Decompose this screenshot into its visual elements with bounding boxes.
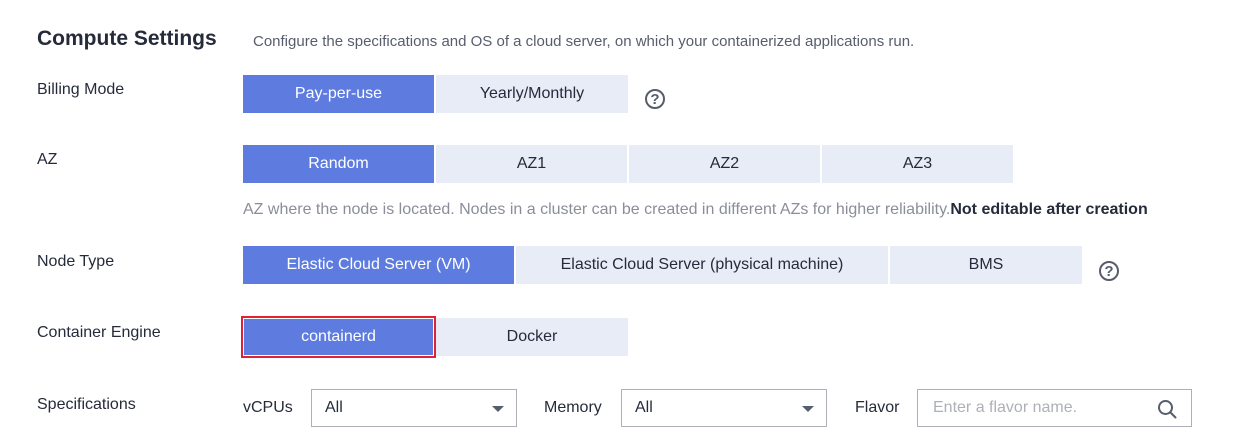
chevron-down-icon — [492, 406, 504, 412]
memory-label: Memory — [544, 399, 602, 416]
billing-pay-per-use-button[interactable]: Pay-per-use — [243, 75, 434, 113]
vcpus-label: vCPUs — [243, 399, 293, 416]
vcpus-select-value: All — [325, 399, 343, 416]
az-random-button[interactable]: Random — [243, 145, 434, 183]
specifications-label: Specifications — [37, 396, 136, 413]
flavor-search-input[interactable] — [931, 398, 1145, 418]
section-description: Configure the specifications and OS of a… — [253, 33, 915, 50]
chevron-down-icon — [802, 406, 814, 412]
az-az3-button[interactable]: AZ3 — [822, 145, 1013, 183]
memory-select[interactable]: All — [621, 389, 827, 427]
search-icon[interactable] — [1157, 399, 1177, 419]
billing-help-icon[interactable]: ? — [645, 89, 665, 109]
container-engine-docker-button[interactable]: Docker — [436, 318, 628, 356]
billing-yearly-monthly-button[interactable]: Yearly/Monthly — [436, 75, 628, 113]
container-engine-label: Container Engine — [37, 324, 161, 341]
billing-mode-label: Billing Mode — [37, 81, 125, 98]
az-hint-text: AZ where the node is located. Nodes in a… — [243, 201, 951, 218]
node-type-label: Node Type — [37, 253, 115, 270]
node-type-bms-button[interactable]: BMS — [890, 246, 1082, 284]
flavor-label: Flavor — [855, 399, 900, 416]
az-hint-bold: Not editable after creation — [950, 201, 1148, 218]
az-az1-button[interactable]: AZ1 — [436, 145, 627, 183]
section-title: Compute Settings — [37, 27, 217, 50]
az-hint: AZ where the node is located. Nodes in a… — [243, 201, 1148, 219]
memory-select-value: All — [635, 399, 653, 416]
flavor-search-box[interactable] — [917, 389, 1192, 427]
node-type-ecs-vm-button[interactable]: Elastic Cloud Server (VM) — [243, 246, 514, 284]
node-type-help-icon[interactable]: ? — [1099, 261, 1119, 281]
az-az2-button[interactable]: AZ2 — [629, 145, 820, 183]
vcpus-select[interactable]: All — [311, 389, 517, 427]
az-label: AZ — [37, 151, 58, 168]
node-type-ecs-physical-button[interactable]: Elastic Cloud Server (physical machine) — [516, 246, 888, 284]
container-engine-containerd-button[interactable]: containerd — [241, 316, 436, 358]
